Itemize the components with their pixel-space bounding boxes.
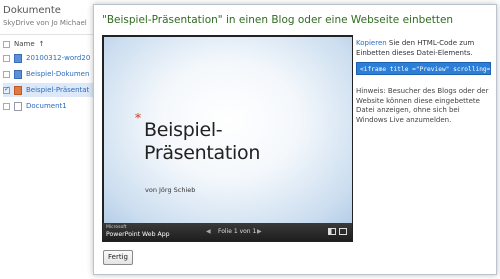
done-button[interactable]: Fertig — [103, 250, 133, 265]
ppt-file-icon — [14, 85, 22, 95]
page-subtitle[interactable]: SkyDrive von Jo Michael — [3, 19, 87, 27]
blank-file-icon — [14, 101, 22, 111]
word-file-icon — [14, 53, 22, 63]
sort-arrow-icon: ↑ — [38, 40, 45, 48]
embed-panel: Kopieren Sie den HTML-Code zum Einbetten… — [356, 39, 491, 125]
file-name[interactable]: Beispiel-Präsentat — [26, 86, 89, 94]
app-label: PowerPoint Web App — [106, 231, 170, 238]
slide-title-line-1: Beispiel- — [144, 119, 223, 141]
fullscreen-icon[interactable] — [339, 228, 347, 235]
slide: * Beispiel- Präsentation von Jörg Schieb — [104, 37, 352, 223]
file-name[interactable]: 20100312-word20 — [26, 54, 90, 62]
file-list-header: Name ↑ — [3, 40, 93, 48]
slide-title: Beispiel- Präsentation — [144, 119, 344, 165]
presentation-preview[interactable]: * Beispiel- Präsentation von Jörg Schieb… — [102, 35, 353, 242]
visitor-note: Hinweis: Besucher des Blogs oder der Web… — [356, 87, 489, 124]
previous-slide-icon[interactable]: ◀ — [206, 228, 211, 235]
copy-link[interactable]: Kopieren — [356, 39, 387, 47]
notes-view-icon[interactable] — [328, 228, 336, 235]
embed-code-field[interactable]: <iframe title ="Preview" scrolling="no — [356, 62, 491, 75]
row-checkbox[interactable] — [3, 102, 10, 110]
row-checkbox[interactable] — [3, 70, 10, 78]
slide-title-line-2: Präsentation — [144, 142, 261, 164]
row-checkbox[interactable] — [3, 54, 10, 62]
slide-counter: Folie 1 von 1 — [218, 228, 257, 235]
copy-instructions: Kopieren Sie den HTML-Code zum Einbetten… — [356, 39, 491, 58]
name-column-header[interactable]: Name — [14, 40, 35, 48]
page-title: Dokumente — [3, 5, 61, 16]
file-row[interactable]: Beispiel-Dokumen — [3, 67, 95, 81]
select-all-checkbox[interactable] — [3, 40, 10, 48]
file-row[interactable]: Document1 — [3, 99, 95, 113]
file-row[interactable]: Beispiel-Präsentat — [3, 83, 95, 97]
viewer-toolbar: Microsoft PowerPoint Web App ◀ Folie 1 v… — [103, 223, 352, 241]
asterisk-icon: * — [135, 111, 141, 125]
microsoft-label: Microsoft — [106, 225, 127, 230]
file-row[interactable]: 20100312-word20 — [3, 51, 95, 65]
next-slide-icon[interactable]: ▶ — [257, 228, 262, 235]
row-checkbox[interactable] — [3, 85, 10, 94]
slide-subtitle: von Jörg Schieb — [145, 186, 196, 194]
dialog-title: "Beispiel-Präsentation" in einen Blog od… — [102, 14, 454, 26]
embed-dialog: "Beispiel-Präsentation" in einen Blog od… — [93, 4, 497, 275]
divider — [0, 34, 95, 35]
word-file-icon — [14, 69, 22, 79]
file-name[interactable]: Beispiel-Dokumen — [26, 70, 89, 78]
file-name[interactable]: Document1 — [26, 102, 67, 110]
